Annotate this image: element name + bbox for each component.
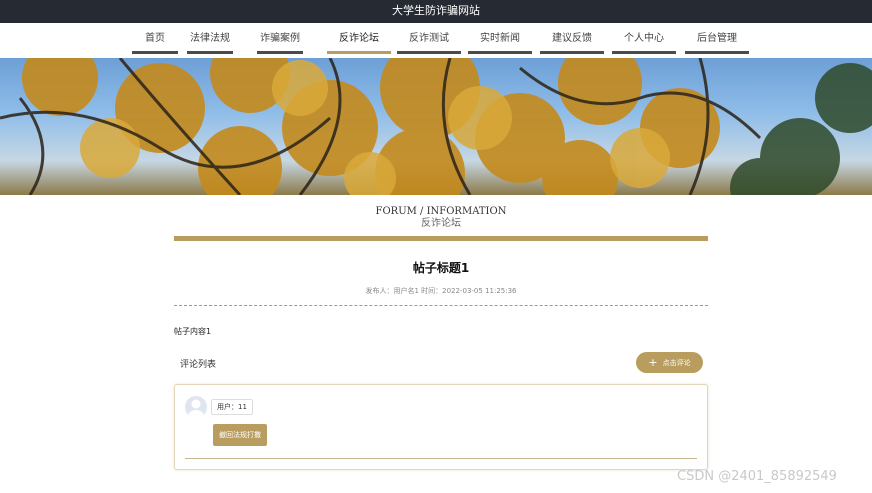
add-comment-label: 点击评论 bbox=[662, 358, 691, 367]
tree-canopy-illustration bbox=[0, 58, 872, 195]
nav-item-label: 反诈论坛 bbox=[339, 33, 379, 44]
nav-item-profile[interactable]: 个人中心 bbox=[612, 24, 676, 58]
nav-underline bbox=[540, 51, 604, 54]
nav-underline bbox=[257, 51, 303, 54]
banner-image bbox=[0, 58, 872, 195]
watermark: CSDN @2401_85892549 bbox=[677, 469, 837, 484]
section-divider bbox=[174, 236, 708, 241]
section-title-en: FORUM / INFORMATION bbox=[375, 206, 507, 217]
avatar bbox=[185, 396, 207, 418]
nav-item-label: 建议反馈 bbox=[552, 33, 592, 44]
nav-underline bbox=[612, 51, 676, 54]
nav-item-test[interactable]: 反诈测试 bbox=[397, 24, 461, 58]
nav-underline bbox=[132, 51, 178, 54]
nav-underline bbox=[468, 51, 532, 54]
nav-item-label: 诈骗案例 bbox=[260, 33, 300, 44]
plus-icon: + bbox=[648, 356, 658, 369]
nav-item-forum[interactable]: 反诈论坛 bbox=[327, 24, 391, 58]
comment-text: 撤回法规打撒 bbox=[213, 424, 267, 446]
top-header-bar: 大学生防诈骗网站 bbox=[0, 0, 872, 23]
nav-underline-active bbox=[327, 51, 391, 54]
post-meta: 发布人：用户名1 时间：2022-03-05 11:25:36 bbox=[365, 287, 517, 295]
nav-item-label: 法律法规 bbox=[190, 33, 230, 44]
user-icon bbox=[188, 399, 204, 418]
section-title-cn: 反诈论坛 bbox=[421, 218, 461, 229]
nav-item-cases[interactable]: 诈骗案例 bbox=[257, 24, 303, 58]
comment-user: 用户：11 bbox=[211, 399, 253, 415]
main-nav: 首页 法律法规 诈骗案例 反诈论坛 反诈测试 实时新闻 建议反馈 个人中心 后台… bbox=[0, 24, 872, 58]
nav-item-label: 后台管理 bbox=[697, 33, 737, 44]
nav-underline bbox=[187, 51, 233, 54]
nav-item-news[interactable]: 实时新闻 bbox=[468, 24, 532, 58]
post-content: 帖子内容1 bbox=[174, 327, 212, 336]
comment-item: 用户：11 撤回法规打撒 bbox=[174, 384, 708, 470]
section-heading: FORUM / INFORMATION 反诈论坛 bbox=[174, 205, 708, 230]
nav-underline bbox=[397, 51, 461, 54]
comment-divider bbox=[185, 458, 697, 459]
nav-item-label: 首页 bbox=[145, 33, 165, 44]
comments-title: 评论列表 bbox=[180, 360, 217, 370]
post-title: 帖子标题1 bbox=[412, 261, 470, 275]
nav-item-admin[interactable]: 后台管理 bbox=[685, 24, 749, 58]
site-title: 大学生防诈骗网站 bbox=[392, 4, 480, 17]
nav-item-feedback[interactable]: 建议反馈 bbox=[540, 24, 604, 58]
nav-item-laws[interactable]: 法律法规 bbox=[187, 24, 233, 58]
nav-item-label: 实时新闻 bbox=[480, 33, 520, 44]
nav-underline bbox=[685, 51, 749, 54]
nav-item-label: 个人中心 bbox=[624, 33, 664, 44]
dashed-divider bbox=[174, 305, 708, 306]
add-comment-button[interactable]: + 点击评论 bbox=[636, 352, 703, 373]
nav-item-label: 反诈测试 bbox=[409, 33, 449, 44]
nav-item-home[interactable]: 首页 bbox=[132, 24, 178, 58]
